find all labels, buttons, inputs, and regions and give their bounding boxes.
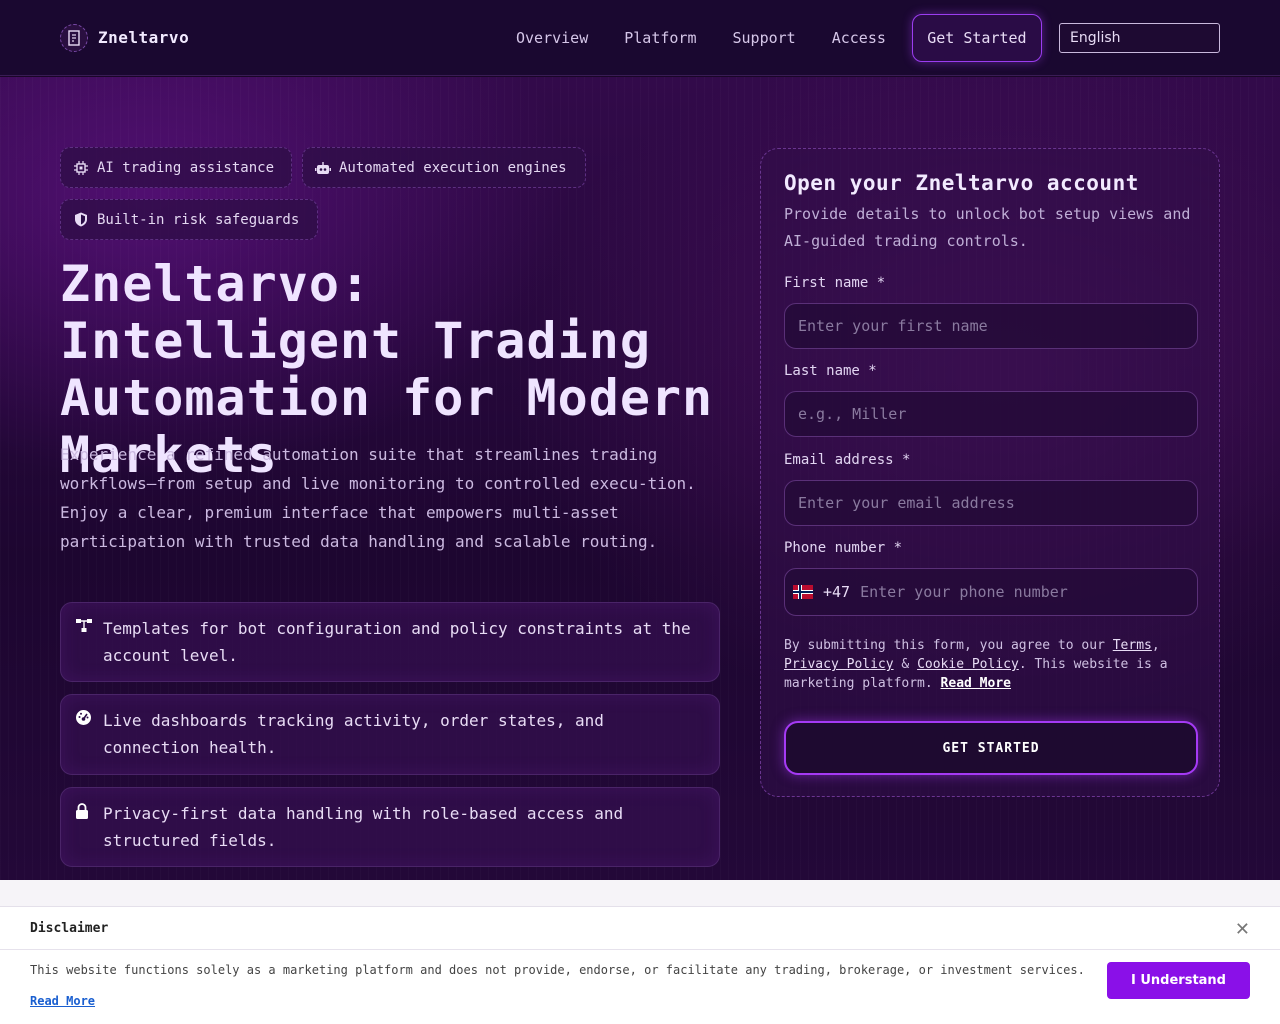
disclaimer-text: This website functions solely as a marke… [30, 963, 1085, 977]
first-name-label: First name * [784, 275, 886, 291]
lock-icon [75, 800, 93, 819]
disclaimer-read-more-link[interactable]: Read More [30, 994, 95, 1008]
form-subtitle: Provide details to unlock bot setup view… [784, 205, 1191, 250]
shield-icon [73, 212, 89, 228]
consent-amp: & [893, 657, 918, 672]
brand[interactable]: Zneltarvo [60, 23, 190, 52]
site-header: Zneltarvo Overview Platform Support Acce… [0, 0, 1280, 76]
nav-overview[interactable]: Overview [498, 29, 606, 47]
header-get-started-button[interactable]: Get Started [911, 14, 1042, 62]
cookie-policy-link[interactable]: Cookie Policy [917, 657, 1019, 672]
brand-name: Zneltarvo [98, 28, 190, 47]
close-icon[interactable]: ✕ [1235, 919, 1250, 940]
phone-input[interactable]: +47 Enter your phone number [784, 568, 1198, 616]
feature-card-dashboards: Live dashboards tracking activity, order… [60, 694, 720, 775]
form-title: Open your Zneltarvo account [784, 171, 1139, 195]
nodes-icon [75, 615, 93, 633]
norway-flag-icon[interactable] [793, 585, 813, 599]
nav-platform[interactable]: Platform [606, 29, 714, 47]
consent-read-more-link[interactable]: Read More [941, 676, 1011, 691]
phone-placeholder: Enter your phone number [860, 583, 1068, 601]
privacy-policy-link[interactable]: Privacy Policy [784, 657, 894, 672]
first-name-input[interactable]: Enter your first name [784, 303, 1198, 349]
badge-automated-execution: Automated execution engines [302, 147, 586, 188]
signup-form-card: Open your Zneltarvo account Provide deta… [760, 148, 1220, 797]
robot-icon [315, 160, 331, 176]
phone-label: Phone number * [784, 540, 903, 556]
badge-label: AI trading assistance [97, 159, 275, 176]
badge-risk-safeguards: Built-in risk safeguards [60, 199, 318, 240]
brand-logo-icon [60, 23, 88, 52]
feature-text: Privacy-first data handling with role-ba… [103, 804, 624, 850]
nav-support[interactable]: Support [715, 29, 814, 47]
badge-label: Built-in risk safeguards [97, 211, 300, 228]
disclaimer-banner: Disclaimer ✕ This website functions sole… [0, 906, 1280, 1024]
feature-card-templates: Templates for bot configuration and poli… [60, 602, 720, 682]
last-name-label: Last name * [784, 363, 877, 379]
last-name-input[interactable]: e.g., Miller [784, 391, 1198, 437]
disclaimer-understand-button[interactable]: I Understand [1107, 962, 1250, 999]
form-submit-button[interactable]: GET STARTED [784, 721, 1198, 775]
chip-icon [73, 160, 89, 176]
consent-text: By submitting this form, you agree to ou… [784, 638, 1168, 691]
gauge-icon [75, 707, 93, 725]
consent-prefix: By submitting this form, you agree to ou… [784, 638, 1113, 653]
feature-card-privacy: Privacy-first data handling with role-ba… [60, 787, 720, 867]
hero-description: Experience a refined automation suite th… [60, 445, 696, 551]
disclaimer-title: Disclaimer [0, 907, 1280, 950]
feature-text: Live dashboards tracking activity, order… [103, 711, 604, 757]
main-nav: Overview Platform Support Access Get Sta… [498, 14, 1042, 62]
badge-ai-trading: AI trading assistance [60, 147, 292, 188]
phone-country-code[interactable]: +47 [823, 583, 850, 601]
nav-access[interactable]: Access [814, 29, 904, 47]
terms-link[interactable]: Terms [1113, 638, 1152, 653]
feature-text: Templates for bot configuration and poli… [103, 619, 691, 665]
below-hero-strip [0, 880, 1280, 906]
language-select[interactable]: English [1059, 23, 1220, 53]
email-label: Email address * [784, 452, 911, 468]
email-input[interactable]: Enter your email address [784, 480, 1198, 526]
badge-label: Automated execution engines [339, 159, 567, 176]
